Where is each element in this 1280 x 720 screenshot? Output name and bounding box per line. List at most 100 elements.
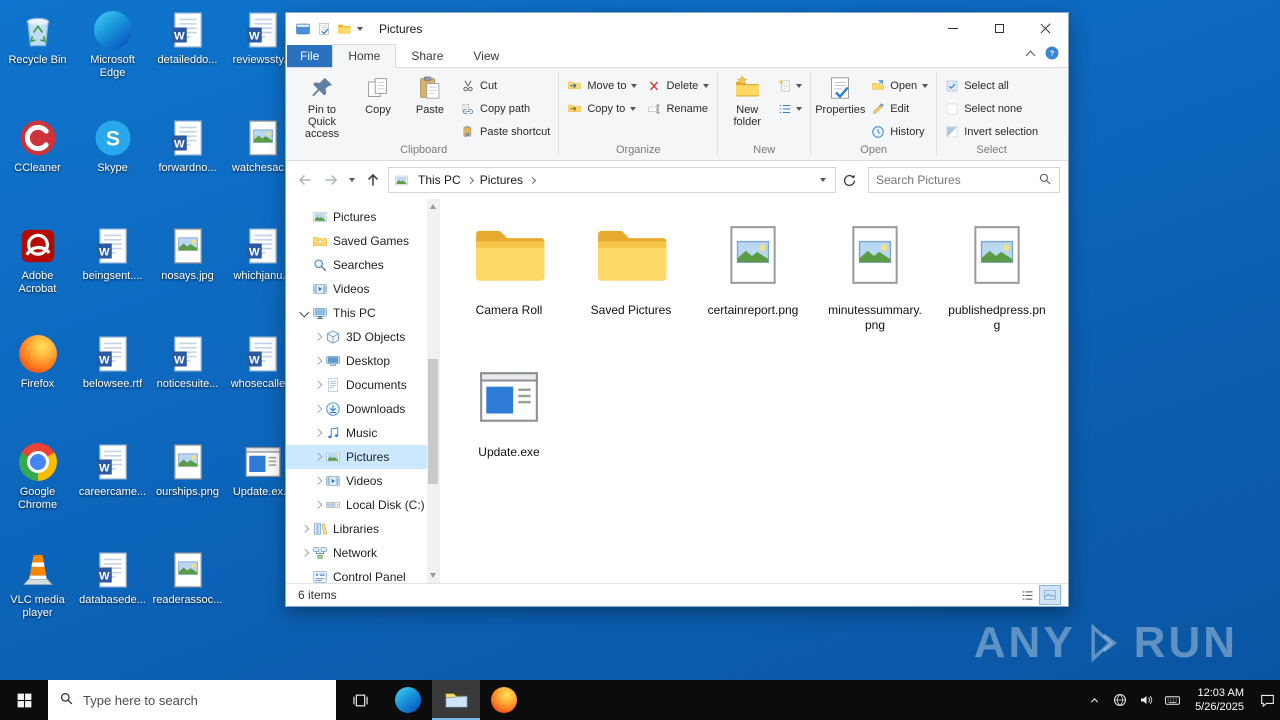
details-view-button[interactable] — [1017, 586, 1037, 604]
nav-item-videos[interactable]: Videos — [286, 469, 427, 493]
nav-scrollbar[interactable] — [427, 199, 439, 583]
paste-button[interactable]: Paste — [404, 71, 456, 118]
scroll-down-icon[interactable] — [430, 573, 436, 578]
nav-item-this-pc[interactable]: This PC — [286, 301, 427, 325]
desktop-icon-forwardno[interactable]: Wforwardno... — [150, 110, 225, 218]
desktop-icon-ccleaner[interactable]: CCleaner — [0, 110, 75, 218]
desktop-icon-adobe-acrobat[interactable]: Adobe Acrobat — [0, 218, 75, 326]
taskbar-explorer-button[interactable] — [432, 680, 480, 720]
file-item-saved-pictures[interactable]: Saved Pictures — [570, 207, 692, 349]
expand-arrow-icon[interactable] — [311, 450, 325, 464]
expand-arrow-icon[interactable] — [311, 354, 325, 368]
cut-button[interactable]: Cut — [456, 75, 555, 96]
expand-arrow-icon[interactable] — [311, 498, 325, 512]
file-item-camera-roll[interactable]: Camera Roll — [448, 207, 570, 349]
nav-item-music[interactable]: Music — [286, 421, 427, 445]
qat-customize-chevron-icon[interactable] — [357, 26, 363, 31]
paste-shortcut-button[interactable]: Paste shortcut — [456, 121, 555, 142]
scrollbar-thumb[interactable] — [428, 359, 438, 484]
desktop-icon-skype[interactable]: S Skype — [75, 110, 150, 218]
nav-item-local-disk-c[interactable]: Local Disk (C:) — [286, 493, 427, 517]
taskbar-clock[interactable]: 12:03 AM 5/26/2025 — [1185, 680, 1254, 720]
tab-share[interactable]: Share — [396, 45, 458, 67]
expand-arrow-icon[interactable] — [311, 474, 325, 488]
nav-item-saved-games[interactable]: Saved Games — [286, 229, 427, 253]
desktop-icon-recycle-bin[interactable]: Recycle Bin — [0, 2, 75, 110]
expand-arrow-icon[interactable] — [311, 330, 325, 344]
breadcrumb-this-pc[interactable]: This PC — [413, 173, 466, 187]
expand-arrow-icon[interactable] — [311, 378, 325, 392]
invert-selection-button[interactable]: Invert selection — [940, 121, 1043, 142]
desktop-icon-nosays-jpg[interactable]: nosays.jpg — [150, 218, 225, 326]
hidden-icons-button[interactable] — [1081, 680, 1107, 720]
desktop-icon-vlc-media-player[interactable]: VLC media player — [0, 542, 75, 650]
qat-new-folder-button[interactable] — [337, 22, 351, 36]
start-button[interactable] — [0, 680, 48, 720]
history-button[interactable]: History — [866, 121, 933, 142]
collapse-arrow-icon[interactable] — [298, 306, 312, 320]
taskbar-edge-button[interactable] — [384, 680, 432, 720]
nav-item-network[interactable]: Network — [286, 541, 427, 565]
expand-arrow-icon[interactable] — [298, 546, 312, 560]
nav-item-downloads[interactable]: Downloads — [286, 397, 427, 421]
desktop-icon-noticesuite[interactable]: Wnoticesuite... — [150, 326, 225, 434]
new-folder-button[interactable]: New folder — [721, 71, 773, 130]
minimize-button[interactable] — [930, 13, 976, 44]
network-icon[interactable] — [1107, 680, 1133, 720]
desktop-icon-databasede[interactable]: Wdatabasede... — [75, 542, 150, 650]
copy-button[interactable]: Copy — [352, 71, 404, 118]
file-item-publishedpress-png[interactable]: publishedpress.png — [936, 207, 1058, 349]
help-icon[interactable]: ? — [1044, 45, 1060, 64]
recent-locations-button[interactable] — [344, 167, 360, 193]
pin-to-quick-access-button[interactable]: Pin to Quick access — [292, 71, 352, 142]
nav-item-libraries[interactable]: Libraries — [286, 517, 427, 541]
volume-icon[interactable] — [1133, 680, 1159, 720]
nav-item-desktop[interactable]: Desktop — [286, 349, 427, 373]
edit-button[interactable]: Edit — [866, 98, 933, 119]
expand-arrow-icon[interactable] — [298, 522, 312, 536]
scroll-up-icon[interactable] — [430, 204, 436, 209]
file-item-certainreport-png[interactable]: certainreport.png — [692, 207, 814, 349]
address-box[interactable]: This PC Pictures — [388, 167, 836, 193]
taskbar-search[interactable]: Type here to search — [48, 680, 336, 720]
select-none-button[interactable]: Select none — [940, 98, 1043, 119]
up-button[interactable] — [360, 167, 386, 193]
nav-item-3d-objects[interactable]: 3D Objects — [286, 325, 427, 349]
move-to-button[interactable]: Move to — [562, 75, 642, 96]
file-item-minutessummary-png[interactable]: minutessummary.png — [814, 207, 936, 349]
nav-item-documents[interactable]: Documents — [286, 373, 427, 397]
task-view-button[interactable] — [336, 680, 384, 720]
desktop-icon-microsoft-edge[interactable]: Microsoft Edge — [75, 2, 150, 110]
copy-to-button[interactable]: Copy to — [562, 98, 642, 119]
delete-button[interactable]: Delete — [642, 75, 714, 96]
nav-item-control-panel[interactable]: Control Panel — [286, 565, 427, 583]
expand-arrow-icon[interactable] — [311, 402, 325, 416]
file-item-update-exe[interactable]: Update.exe — [448, 349, 570, 491]
touch-keyboard-icon[interactable] — [1159, 680, 1185, 720]
nav-item-searches[interactable]: Searches — [286, 253, 427, 277]
nav-item-pictures[interactable]: Pictures — [286, 205, 427, 229]
tab-file[interactable]: File — [287, 45, 333, 67]
breadcrumb-pictures[interactable]: Pictures — [475, 173, 528, 187]
qat-properties-button[interactable] — [317, 22, 331, 36]
nav-item-pictures[interactable]: Pictures — [286, 445, 427, 469]
properties-button[interactable]: Properties — [814, 71, 866, 118]
desktop-icon-ourships-png[interactable]: ourships.png — [150, 434, 225, 542]
search-icon[interactable] — [1038, 172, 1052, 189]
back-button[interactable] — [292, 167, 318, 193]
thumbnails-view-button[interactable] — [1039, 585, 1061, 605]
desktop-icon-google-chrome[interactable]: Google Chrome — [0, 434, 75, 542]
rename-button[interactable]: Rename — [642, 98, 714, 119]
expand-arrow-icon[interactable] — [311, 426, 325, 440]
select-all-button[interactable]: Select all — [940, 75, 1043, 96]
refresh-button[interactable] — [836, 167, 862, 193]
minimize-ribbon-icon[interactable] — [1025, 48, 1036, 62]
tab-home[interactable]: Home — [332, 44, 397, 68]
taskbar-firefox-button[interactable] — [480, 680, 528, 720]
forward-button[interactable] — [318, 167, 344, 193]
desktop-icon-belowsee-rtf[interactable]: Wbelowsee.rtf — [75, 326, 150, 434]
desktop-icon-careercame[interactable]: Wcareercame... — [75, 434, 150, 542]
file-grid[interactable]: Camera Roll Saved Pictures certainreport.p… — [439, 199, 1068, 583]
new-item-button[interactable] — [773, 75, 807, 96]
action-center-button[interactable] — [1254, 680, 1280, 720]
